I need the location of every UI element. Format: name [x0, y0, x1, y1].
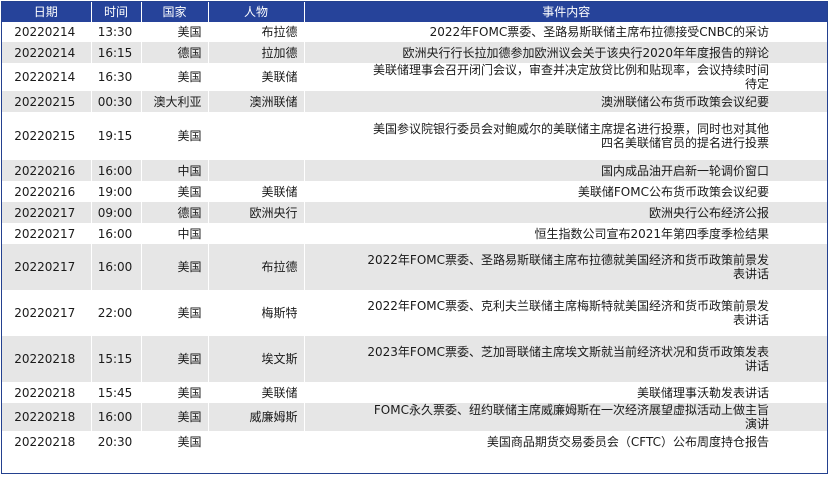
- cell-event: 美联储理事沃勒发表讲话: [304, 382, 827, 403]
- table-row: 20220216 16:00 中国 国内成品油开启新一轮调价窗口: [2, 160, 827, 181]
- cell-country: 德国: [141, 42, 209, 63]
- cell-time: 16:00: [91, 223, 142, 244]
- cell-event: 2022年FOMC票委、克利夫兰联储主席梅斯特就美国经济和货币政策前景发表讲话: [304, 290, 827, 336]
- cell-time: 00:30: [91, 91, 142, 112]
- cell-date: 20220217: [2, 223, 92, 244]
- cell-date: 20220216: [2, 160, 92, 181]
- cell-time: 16:30: [91, 63, 142, 91]
- cell-event: 美联储FOMC公布货币政策会议纪要: [304, 181, 827, 202]
- cell-person: [208, 160, 305, 181]
- cell-person: 布拉德: [208, 22, 305, 42]
- cell-time: 19:15: [91, 112, 142, 160]
- cell-event: 美联储理事会召开闭门会议，审查并决定放贷比例和贴现率，会议持续时间待定: [304, 63, 827, 91]
- cell-event: 2023年FOMC票委、芝加哥联储主席埃文斯就当前经济状况和货币政策发表讲话: [304, 336, 827, 382]
- table-row: 20220218 20:30 美国 美国商品期货交易委员会（CFTC）公布周度持仓报告: [2, 431, 827, 452]
- cell-time: 16:00: [91, 403, 142, 431]
- cell-date: 20220218: [2, 336, 92, 382]
- cell-time: 22:00: [91, 290, 142, 336]
- cell-country: 美国: [141, 336, 209, 382]
- cell-event: 恒生指数公司宣布2021年第四季度季检结果: [304, 223, 827, 244]
- cell-country: 美国: [141, 290, 209, 336]
- cell-date: 20220217: [2, 290, 92, 336]
- cell-country: 澳大利亚: [141, 91, 209, 112]
- cell-time: 16:00: [91, 160, 142, 181]
- cell-country: 德国: [141, 202, 209, 223]
- table-row: 20220217 22:00 美国 梅斯特 2022年FOMC票委、克利夫兰联储主席梅斯…: [2, 290, 827, 336]
- cell-time: 20:30: [91, 431, 142, 452]
- table-row: 20220214 16:30 美国 美联储 美联储理事会召开闭门会议，审查并决定放贷比例…: [2, 63, 827, 91]
- cell-event: 2022年FOMC票委、圣路易斯联储主席布拉德就美国经济和货币政策前景发表讲话: [304, 244, 827, 290]
- header-person: 人物: [208, 2, 305, 22]
- header-time: 时间: [91, 2, 142, 22]
- header-date: 日期: [2, 2, 92, 22]
- cell-country: 美国: [141, 382, 209, 403]
- cell-person: 欧洲央行: [208, 202, 305, 223]
- cell-time: 13:30: [91, 22, 142, 42]
- table-row: 20220217 16:00 美国 布拉德 2022年FOMC票委、圣路易斯联储主席布拉…: [2, 244, 827, 290]
- cell-person: 澳洲联储: [208, 91, 305, 112]
- header-country: 国家: [141, 2, 209, 22]
- cell-person: 拉加德: [208, 42, 305, 63]
- cell-date: 20220214: [2, 22, 92, 42]
- table-row: 20220218 16:00 美国 威廉姆斯 FOMC永久票委、纽约联储主席威廉姆斯在一…: [2, 403, 827, 431]
- cell-date: 20220217: [2, 202, 92, 223]
- cell-person: [208, 431, 305, 452]
- table-row: 20220217 09:00 德国 欧洲央行 欧洲央行公布经济公报: [2, 202, 827, 223]
- cell-time: 09:00: [91, 202, 142, 223]
- table-row: 20220215 00:30 澳大利亚 澳洲联储 澳洲联储公布货币政策会议纪要: [2, 91, 827, 112]
- cell-time: 15:45: [91, 382, 142, 403]
- cell-event: FOMC永久票委、纽约联储主席威廉姆斯在一次经济展望虚拟活动上做主旨演讲: [304, 403, 827, 431]
- table-row: 20220216 19:00 美国 美联储 美联储FOMC公布货币政策会议纪要: [2, 181, 827, 202]
- table-row: 20220218 15:15 美国 埃文斯 2023年FOMC票委、芝加哥联储主席埃文斯…: [2, 336, 827, 382]
- cell-country: 美国: [141, 431, 209, 452]
- cell-event: 欧洲央行行长拉加德参加欧洲议会关于该央行2020年年度报告的辩论: [304, 42, 827, 63]
- cell-date: 20220218: [2, 403, 92, 431]
- table-row: 20220215 19:15 美国 美国参议院银行委员会对鲍威尔的美联储主席提名进行投…: [2, 112, 827, 160]
- cell-country: 美国: [141, 63, 209, 91]
- cell-person: [208, 223, 305, 244]
- cell-date: 20220217: [2, 244, 92, 290]
- cell-event: 澳洲联储公布货币政策会议纪要: [304, 91, 827, 112]
- table-row: 20220217 16:00 中国 恒生指数公司宣布2021年第四季度季检结果: [2, 223, 827, 244]
- table-row: 20220218 15:45 美国 美联储 美联储理事沃勒发表讲话: [2, 382, 827, 403]
- cell-date: 20220215: [2, 91, 92, 112]
- cell-date: 20220215: [2, 112, 92, 160]
- cell-country: 美国: [141, 112, 209, 160]
- cell-country: 中国: [141, 223, 209, 244]
- cell-time: 15:15: [91, 336, 142, 382]
- cell-person: [208, 112, 305, 160]
- cell-event: 2022年FOMC票委、圣路易斯联储主席布拉德接受CNBC的采访: [304, 22, 827, 42]
- cell-date: 20220218: [2, 431, 92, 452]
- cell-country: 中国: [141, 160, 209, 181]
- cell-country: 美国: [141, 244, 209, 290]
- cell-person: 布拉德: [208, 244, 305, 290]
- cell-person: 梅斯特: [208, 290, 305, 336]
- table-body: 20220214 13:30 美国 布拉德 2022年FOMC票委、圣路易斯联储主席布拉…: [2, 22, 827, 452]
- table-row: 20220214 13:30 美国 布拉德 2022年FOMC票委、圣路易斯联储主席布拉…: [2, 22, 827, 42]
- table-header-row: 日期 时间 国家 人物 事件内容: [2, 2, 827, 22]
- cell-person: 威廉姆斯: [208, 403, 305, 431]
- cell-person: 美联储: [208, 382, 305, 403]
- cell-time: 16:15: [91, 42, 142, 63]
- cell-date: 20220214: [2, 63, 92, 91]
- cell-date: 20220214: [2, 42, 92, 63]
- calendar-table-frame: 日期 时间 国家 人物 事件内容 20220214 13:30 美国 布拉德 2022年…: [1, 1, 828, 474]
- cell-date: 20220218: [2, 382, 92, 403]
- cell-person: 美联储: [208, 181, 305, 202]
- cell-time: 19:00: [91, 181, 142, 202]
- header-event: 事件内容: [304, 2, 827, 22]
- cell-person: 埃文斯: [208, 336, 305, 382]
- cell-event: 欧洲央行公布经济公报: [304, 202, 827, 223]
- cell-person: 美联储: [208, 63, 305, 91]
- cell-time: 16:00: [91, 244, 142, 290]
- economic-calendar-table: 日期 时间 国家 人物 事件内容 20220214 13:30 美国 布拉德 2022年…: [2, 2, 827, 452]
- cell-date: 20220216: [2, 181, 92, 202]
- cell-event: 国内成品油开启新一轮调价窗口: [304, 160, 827, 181]
- table-row: 20220214 16:15 德国 拉加德 欧洲央行行长拉加德参加欧洲议会关于该央行20…: [2, 42, 827, 63]
- cell-country: 美国: [141, 403, 209, 431]
- cell-country: 美国: [141, 181, 209, 202]
- cell-event: 美国商品期货交易委员会（CFTC）公布周度持仓报告: [304, 431, 827, 452]
- cell-event: 美国参议院银行委员会对鲍威尔的美联储主席提名进行投票，同时也对其他四名美联储官员…: [304, 112, 827, 160]
- cell-country: 美国: [141, 22, 209, 42]
